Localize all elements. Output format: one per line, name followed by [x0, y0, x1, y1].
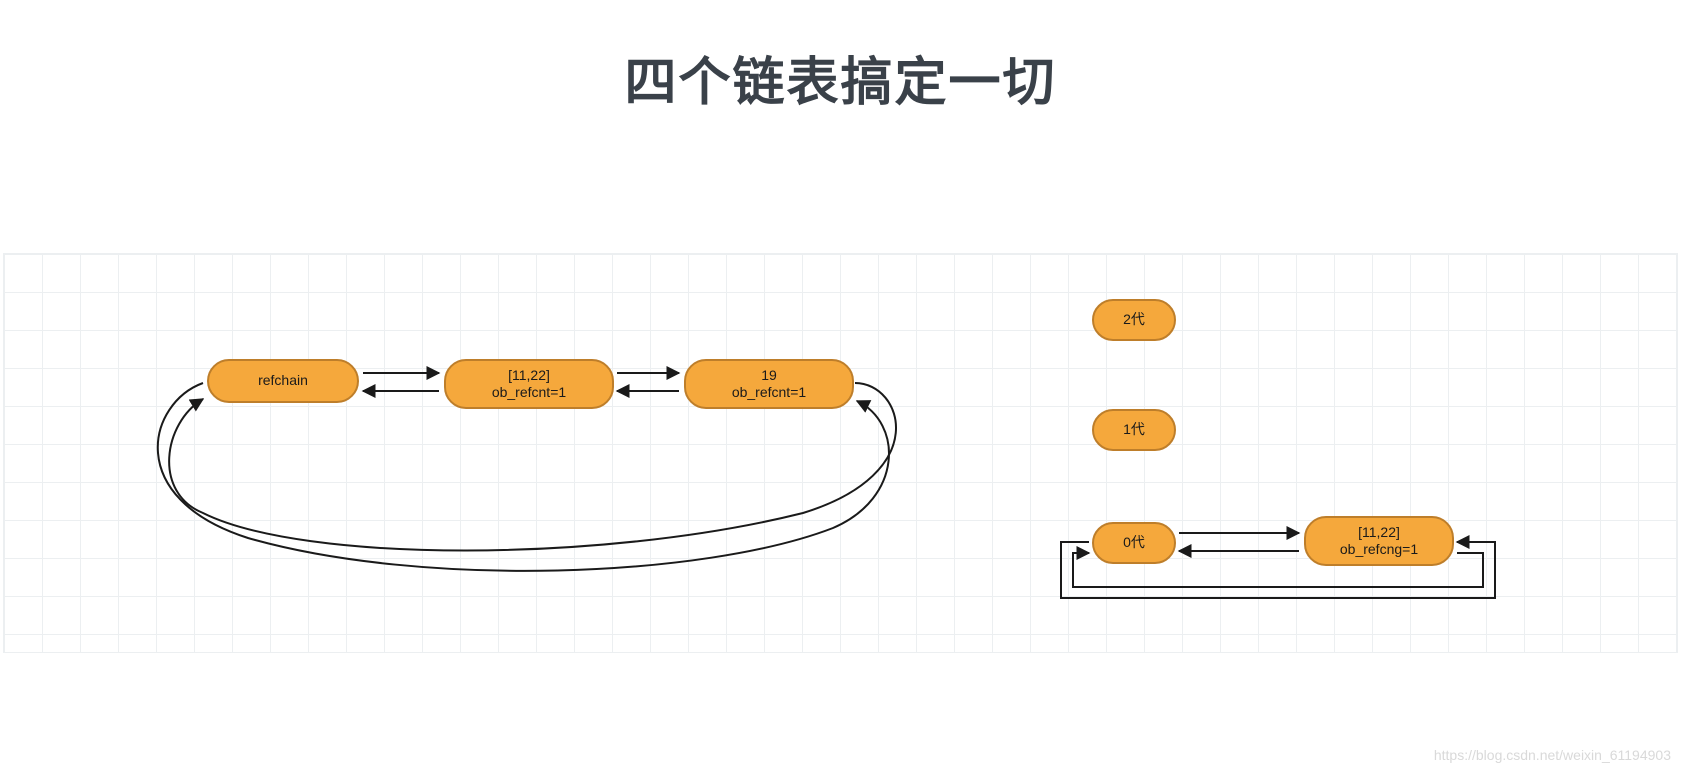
- node-list-line1: [11,22]: [508, 367, 550, 385]
- node-gen0-label: 0代: [1123, 534, 1145, 552]
- node-list: [11,22] ob_refcnt=1: [444, 359, 614, 409]
- node-gen2-label: 2代: [1123, 311, 1145, 329]
- node-refchain: refchain: [207, 359, 359, 403]
- node-gen1-label: 1代: [1123, 421, 1145, 439]
- node-gen0-list-line2: ob_refcng=1: [1340, 541, 1418, 559]
- watermark: https://blog.csdn.net/weixin_61194903: [1434, 747, 1671, 763]
- node-refchain-label: refchain: [258, 372, 308, 390]
- grid-canvas: refchain [11,22] ob_refcnt=1 19 ob_refcn…: [3, 253, 1678, 653]
- node-int19-line1: 19: [761, 367, 777, 385]
- node-gen0: 0代: [1092, 522, 1176, 564]
- node-int19: 19 ob_refcnt=1: [684, 359, 854, 409]
- node-gen0-list: [11,22] ob_refcng=1: [1304, 516, 1454, 566]
- node-gen2: 2代: [1092, 299, 1176, 341]
- node-gen1: 1代: [1092, 409, 1176, 451]
- node-list-line2: ob_refcnt=1: [492, 384, 566, 402]
- node-int19-line2: ob_refcnt=1: [732, 384, 806, 402]
- node-gen0-list-line1: [11,22]: [1358, 524, 1400, 542]
- diagram-title: 四个链表搞定一切: [0, 40, 1681, 115]
